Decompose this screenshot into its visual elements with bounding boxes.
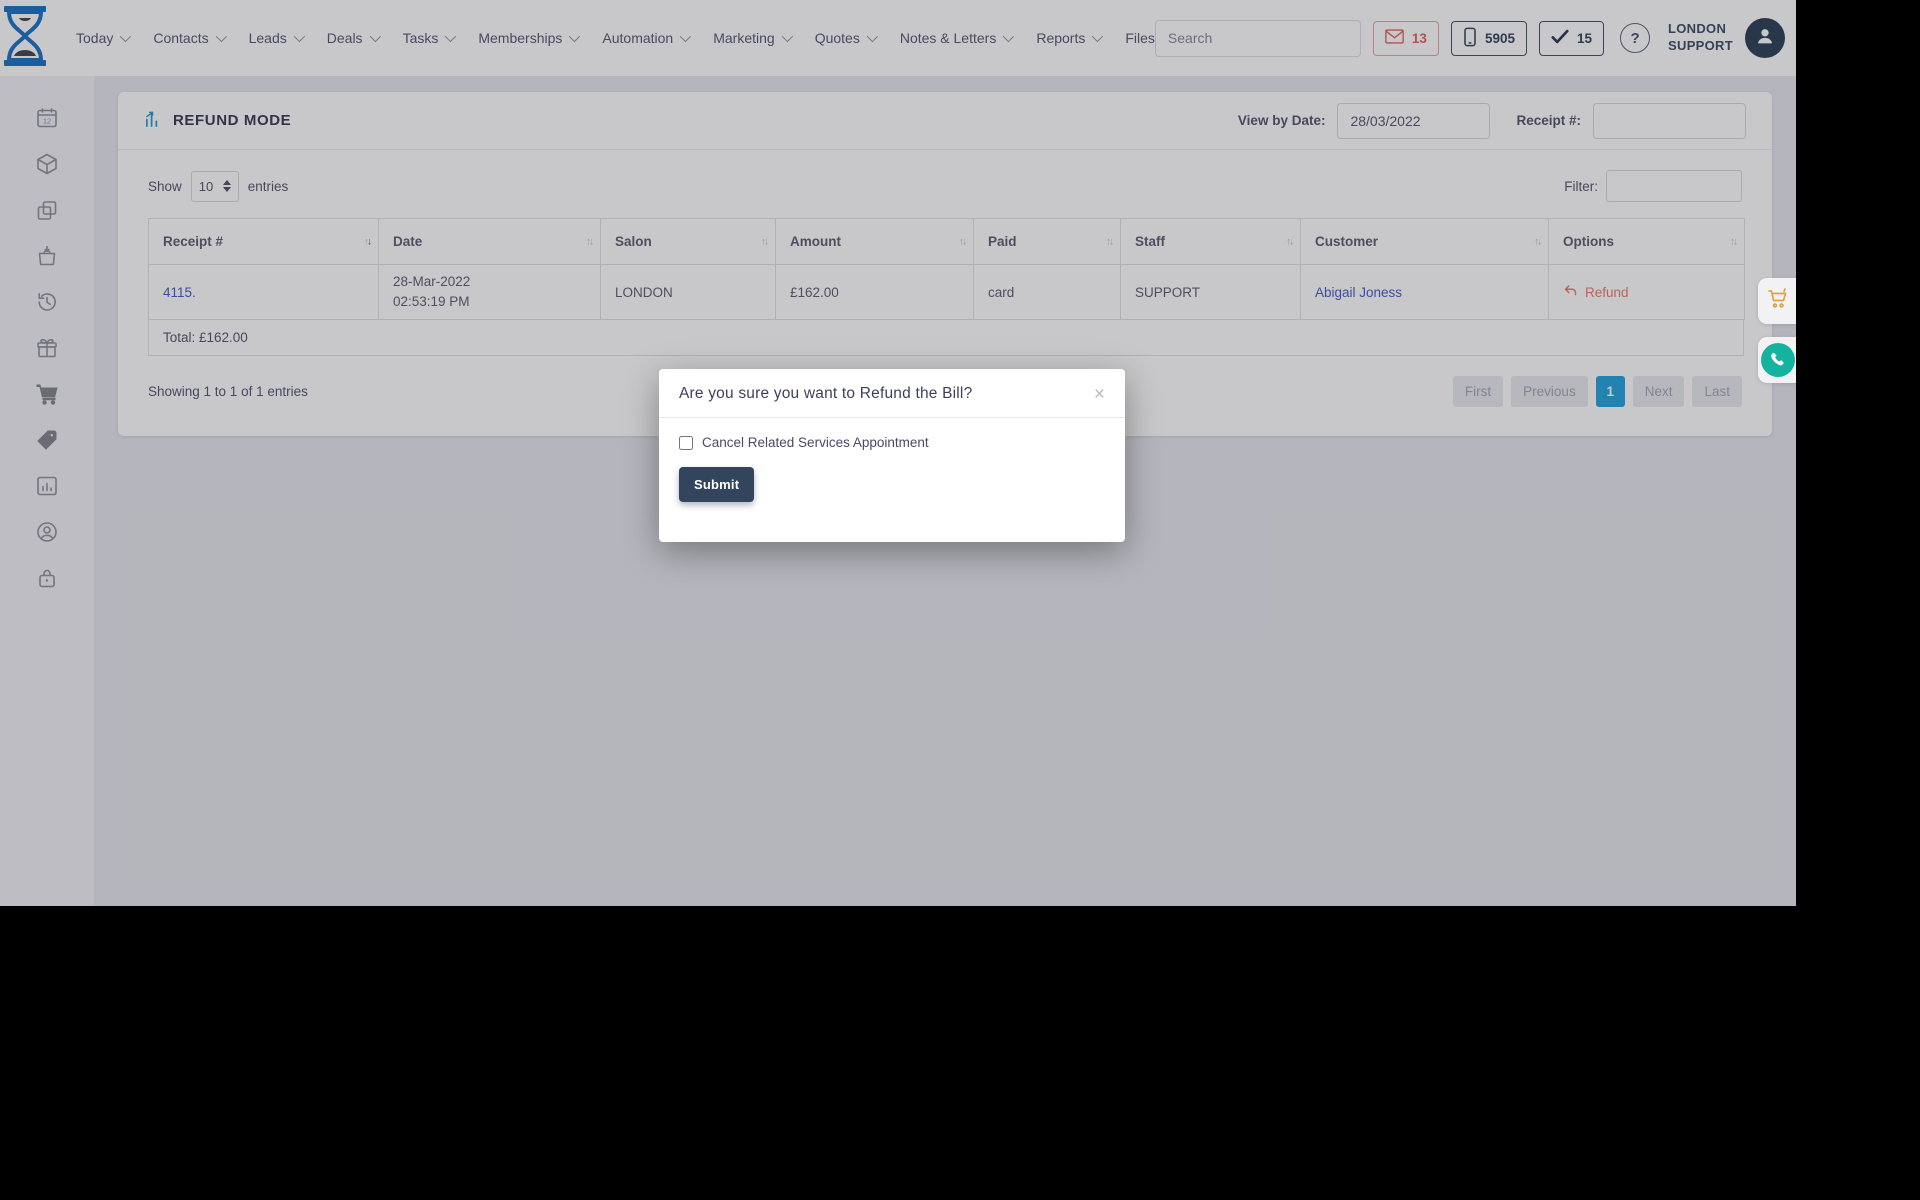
whatsapp-icon bbox=[1761, 343, 1795, 377]
cart-icon bbox=[1766, 287, 1790, 316]
floating-whatsapp-button[interactable] bbox=[1758, 337, 1796, 383]
refund-confirm-modal: Are you sure you want to Refund the Bill… bbox=[659, 369, 1125, 542]
modal-title: Are you sure you want to Refund the Bill… bbox=[679, 385, 972, 403]
cancel-related-services-checkbox[interactable] bbox=[679, 436, 693, 450]
modal-body: Cancel Related Services Appointment Subm… bbox=[659, 418, 1125, 519]
floating-cart-button[interactable] bbox=[1758, 278, 1796, 324]
checkbox-label: Cancel Related Services Appointment bbox=[702, 435, 929, 450]
submit-button[interactable]: Submit bbox=[679, 467, 754, 502]
modal-header: Are you sure you want to Refund the Bill… bbox=[659, 369, 1125, 418]
cancel-services-row: Cancel Related Services Appointment bbox=[679, 435, 1105, 450]
close-icon[interactable]: × bbox=[1092, 385, 1107, 404]
app-window: Today Contacts Leads Deals Tasks Members… bbox=[0, 0, 1796, 906]
